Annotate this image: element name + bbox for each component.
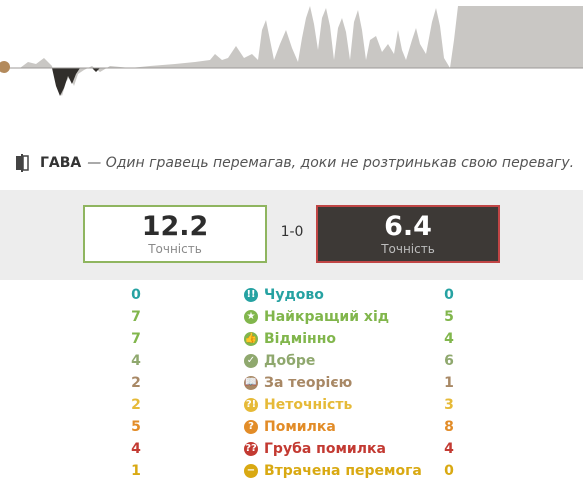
best-move-icon: ★ [244, 310, 258, 324]
white-count: 4 [131, 441, 141, 457]
book-icon: 📖 [244, 376, 258, 390]
classification-row[interactable]: 0!! Чудово 0 [0, 284, 583, 306]
game-annotation: ГАВА — Один гравець перемагав, доки не р… [0, 145, 583, 180]
white-count: 2 [131, 397, 141, 413]
white-accuracy-box[interactable]: 12.2 Точність [83, 205, 267, 263]
classification-row[interactable]: 4?? Груба помилка 4 [0, 438, 583, 460]
evaluation-graph[interactable] [0, 0, 583, 130]
black-count: 0 [444, 287, 454, 303]
classification-row[interactable]: 7 👍 Відмінно 4 [0, 328, 583, 350]
black-count: 4 [444, 441, 454, 457]
classification-row[interactable]: 2 📖 За теорією 1 [0, 372, 583, 394]
game-score: 1-0 [280, 224, 304, 240]
classification-name: Найкращий хід [264, 309, 390, 325]
classification-row[interactable]: 7 ★ Найкращий хід 5 [0, 306, 583, 328]
classification-row[interactable]: 2?! Неточність 3 [0, 394, 583, 416]
white-count: 7 [131, 309, 141, 325]
black-count: 3 [444, 397, 454, 413]
black-count: 8 [444, 419, 454, 435]
blunder-icon: ?? [244, 442, 258, 456]
inaccuracy-icon: ?! [244, 398, 258, 412]
black-count: 1 [444, 375, 454, 391]
white-accuracy-label: Точність [148, 242, 202, 256]
classification-name: Добре [264, 353, 316, 369]
black-count: 0 [444, 463, 454, 479]
balance-icon [14, 153, 30, 172]
classification-name: Відмінно [264, 331, 336, 347]
brilliant-icon: !! [244, 288, 258, 302]
classification-row[interactable]: 1 − Втрачена перемога 0 [0, 460, 583, 482]
black-accuracy-label: Точність [381, 242, 435, 256]
white-accuracy-value: 12.2 [141, 211, 209, 242]
missed-win-icon: − [244, 464, 258, 478]
move-classification-table: 0!! Чудово 0 7 ★ Найкращий хід 5 7 👍 Відмінно 4 4 ✓ Д… [0, 280, 583, 482]
white-count: 7 [131, 331, 141, 347]
white-count: 5 [131, 419, 141, 435]
black-count: 4 [444, 331, 454, 347]
black-count: 5 [444, 309, 454, 325]
black-count: 6 [444, 353, 454, 369]
classification-name: Неточність [264, 397, 353, 413]
classification-name: Груба помилка [264, 441, 386, 457]
good-icon: ✓ [244, 354, 258, 368]
classification-name: Втрачена перемога [264, 463, 422, 479]
white-count: 2 [131, 375, 141, 391]
excellent-icon: 👍 [244, 332, 258, 346]
black-accuracy-value: 6.4 [384, 211, 432, 242]
evaluation-graph-svg [0, 0, 583, 130]
mistake-icon: ? [244, 420, 258, 434]
white-count: 0 [131, 287, 141, 303]
accuracy-summary: 12.2 Точність 1-0 6.4 Точність [0, 190, 583, 280]
annotation-description: — Один гравець перемагав, доки не розтри… [87, 154, 575, 171]
white-count: 4 [131, 353, 141, 369]
black-accuracy-box[interactable]: 6.4 Точність [316, 205, 500, 263]
classification-row[interactable]: 5? Помилка 8 [0, 416, 583, 438]
classification-name: Чудово [264, 287, 324, 303]
white-count: 1 [131, 463, 141, 479]
classification-name: Помилка [264, 419, 336, 435]
classification-name: За теорією [264, 375, 353, 391]
classification-row[interactable]: 4 ✓ Добре 6 [0, 350, 583, 372]
annotation-term: ГАВА [40, 154, 82, 171]
